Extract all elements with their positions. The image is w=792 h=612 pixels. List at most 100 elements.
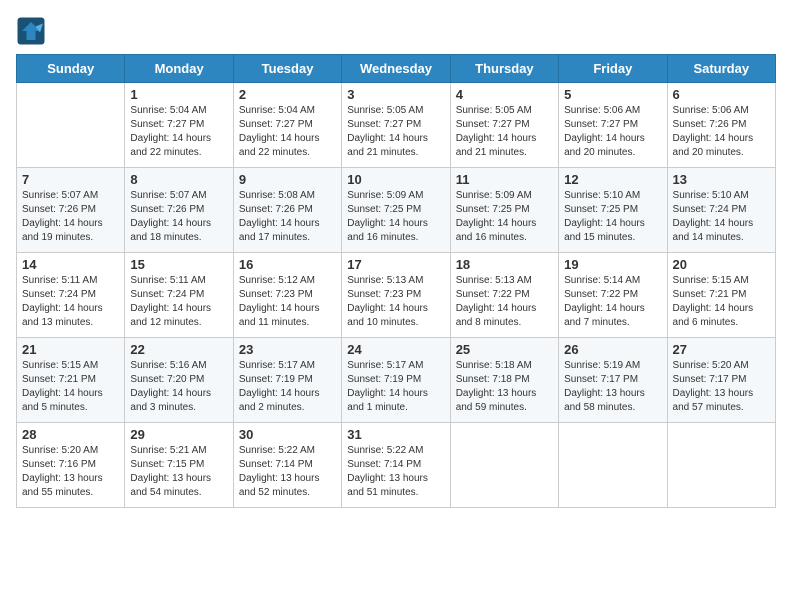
calendar-cell: 26 Sunrise: 5:19 AMSunset: 7:17 PMDayligh… xyxy=(559,338,667,423)
day-header-friday: Friday xyxy=(559,55,667,83)
logo-icon xyxy=(16,16,46,46)
day-info: Sunrise: 5:22 AMSunset: 7:14 PMDaylight:… xyxy=(347,444,444,500)
day-header-tuesday: Tuesday xyxy=(233,55,341,83)
day-number: 9 xyxy=(239,172,336,187)
calendar-cell: 25 Sunrise: 5:18 AMSunset: 7:18 PMDayligh… xyxy=(450,338,558,423)
day-number: 23 xyxy=(239,342,336,357)
calendar-cell xyxy=(450,423,558,508)
calendar-cell: 23Sunrise: 5:17 AMSunset: 7:19 PMDayligh… xyxy=(233,338,341,423)
calendar-cell: 22 Sunrise: 5:16 AMSunset: 7:20 PMDayligh… xyxy=(125,338,233,423)
day-number: 10 xyxy=(347,172,444,187)
calendar-cell xyxy=(17,83,125,168)
calendar-cell: 5 Sunrise: 5:06 AMSunset: 7:27 PMDaylight… xyxy=(559,83,667,168)
day-number: 11 xyxy=(456,172,553,187)
calendar-cell: 1 Sunrise: 5:04 AMSunset: 7:27 PMDaylight… xyxy=(125,83,233,168)
day-info: Sunrise: 5:09 AMSunset: 7:25 PMDaylight:… xyxy=(456,189,553,245)
calendar-cell: 17 Sunrise: 5:13 AMSunset: 7:23 PMDayligh… xyxy=(342,253,450,338)
calendar-cell: 29 Sunrise: 5:21 AMSunset: 7:15 PMDayligh… xyxy=(125,423,233,508)
header-row: SundayMondayTuesdayWednesdayThursdayFrid… xyxy=(17,55,776,83)
day-info: Sunrise: 5:11 AMSunset: 7:24 PMDaylight:… xyxy=(130,274,227,330)
day-number: 26 xyxy=(564,342,661,357)
calendar-week-3: 14 Sunrise: 5:11 AMSunset: 7:24 PMDayligh… xyxy=(17,253,776,338)
day-number: 1 xyxy=(130,87,227,102)
day-info: Sunrise: 5:08 AMSunset: 7:26 PMDaylight:… xyxy=(239,189,336,245)
day-info: Sunrise: 5:14 AMSunset: 7:22 PMDaylight:… xyxy=(564,274,661,330)
calendar-cell: 28Sunrise: 5:20 AMSunset: 7:16 PMDayligh… xyxy=(17,423,125,508)
day-info: Sunrise: 5:15 AMSunset: 7:21 PMDaylight:… xyxy=(673,274,770,330)
page-header xyxy=(16,16,776,46)
day-info: Sunrise: 5:06 AMSunset: 7:26 PMDaylight:… xyxy=(673,104,770,160)
day-info: Sunrise: 5:10 AMSunset: 7:24 PMDaylight:… xyxy=(673,189,770,245)
calendar-cell: 21 Sunrise: 5:15 AMSunset: 7:21 PMDayligh… xyxy=(17,338,125,423)
day-number: 21 xyxy=(22,342,119,357)
day-number: 24 xyxy=(347,342,444,357)
day-number: 31 xyxy=(347,427,444,442)
day-header-wednesday: Wednesday xyxy=(342,55,450,83)
logo xyxy=(16,16,50,46)
day-info: Sunrise: 5:13 AMSunset: 7:23 PMDaylight:… xyxy=(347,274,444,330)
day-info: Sunrise: 5:05 AMSunset: 7:27 PMDaylight:… xyxy=(347,104,444,160)
calendar-cell: 12Sunrise: 5:10 AMSunset: 7:25 PMDayligh… xyxy=(559,168,667,253)
calendar-cell: 9 Sunrise: 5:08 AMSunset: 7:26 PMDaylight… xyxy=(233,168,341,253)
calendar-cell: 13 Sunrise: 5:10 AMSunset: 7:24 PMDayligh… xyxy=(667,168,775,253)
day-info: Sunrise: 5:17 AMSunset: 7:19 PMDaylight:… xyxy=(347,359,444,415)
day-number: 25 xyxy=(456,342,553,357)
calendar-cell: 27 Sunrise: 5:20 AMSunset: 7:17 PMDayligh… xyxy=(667,338,775,423)
calendar-cell: 15 Sunrise: 5:11 AMSunset: 7:24 PMDayligh… xyxy=(125,253,233,338)
calendar-cell xyxy=(667,423,775,508)
day-number: 28 xyxy=(22,427,119,442)
day-info: Sunrise: 5:04 AMSunset: 7:27 PMDaylight:… xyxy=(130,104,227,160)
day-info: Sunrise: 5:18 AMSunset: 7:18 PMDaylight:… xyxy=(456,359,553,415)
day-number: 4 xyxy=(456,87,553,102)
day-info: Sunrise: 5:20 AMSunset: 7:17 PMDaylight:… xyxy=(673,359,770,415)
calendar-cell: 2 Sunrise: 5:04 AMSunset: 7:27 PMDaylight… xyxy=(233,83,341,168)
calendar-cell: 16Sunrise: 5:12 AMSunset: 7:23 PMDayligh… xyxy=(233,253,341,338)
calendar-cell: 18 Sunrise: 5:13 AMSunset: 7:22 PMDayligh… xyxy=(450,253,558,338)
calendar-cell: 6 Sunrise: 5:06 AMSunset: 7:26 PMDaylight… xyxy=(667,83,775,168)
calendar-cell: 24 Sunrise: 5:17 AMSunset: 7:19 PMDayligh… xyxy=(342,338,450,423)
calendar-cell: 10 Sunrise: 5:09 AMSunset: 7:25 PMDayligh… xyxy=(342,168,450,253)
calendar-week-2: 7Sunrise: 5:07 AMSunset: 7:26 PMDaylight… xyxy=(17,168,776,253)
calendar-cell: 31 Sunrise: 5:22 AMSunset: 7:14 PMDayligh… xyxy=(342,423,450,508)
day-number: 18 xyxy=(456,257,553,272)
day-number: 29 xyxy=(130,427,227,442)
day-info: Sunrise: 5:04 AMSunset: 7:27 PMDaylight:… xyxy=(239,104,336,160)
day-number: 15 xyxy=(130,257,227,272)
calendar-cell: 7Sunrise: 5:07 AMSunset: 7:26 PMDaylight… xyxy=(17,168,125,253)
day-info: Sunrise: 5:07 AMSunset: 7:26 PMDaylight:… xyxy=(130,189,227,245)
calendar-cell: 11 Sunrise: 5:09 AMSunset: 7:25 PMDayligh… xyxy=(450,168,558,253)
day-header-saturday: Saturday xyxy=(667,55,775,83)
day-info: Sunrise: 5:19 AMSunset: 7:17 PMDaylight:… xyxy=(564,359,661,415)
day-number: 22 xyxy=(130,342,227,357)
day-number: 5 xyxy=(564,87,661,102)
day-number: 30 xyxy=(239,427,336,442)
day-info: Sunrise: 5:22 AMSunset: 7:14 PMDaylight:… xyxy=(239,444,336,500)
day-header-thursday: Thursday xyxy=(450,55,558,83)
day-number: 17 xyxy=(347,257,444,272)
day-info: Sunrise: 5:09 AMSunset: 7:25 PMDaylight:… xyxy=(347,189,444,245)
day-number: 6 xyxy=(673,87,770,102)
day-number: 20 xyxy=(673,257,770,272)
day-info: Sunrise: 5:06 AMSunset: 7:27 PMDaylight:… xyxy=(564,104,661,160)
day-number: 27 xyxy=(673,342,770,357)
day-number: 19 xyxy=(564,257,661,272)
day-info: Sunrise: 5:10 AMSunset: 7:25 PMDaylight:… xyxy=(564,189,661,245)
day-number: 13 xyxy=(673,172,770,187)
calendar-cell: 19 Sunrise: 5:14 AMSunset: 7:22 PMDayligh… xyxy=(559,253,667,338)
day-number: 3 xyxy=(347,87,444,102)
day-info: Sunrise: 5:07 AMSunset: 7:26 PMDaylight:… xyxy=(22,189,119,245)
day-info: Sunrise: 5:12 AMSunset: 7:23 PMDaylight:… xyxy=(239,274,336,330)
day-number: 14 xyxy=(22,257,119,272)
day-info: Sunrise: 5:11 AMSunset: 7:24 PMDaylight:… xyxy=(22,274,119,330)
day-info: Sunrise: 5:16 AMSunset: 7:20 PMDaylight:… xyxy=(130,359,227,415)
day-info: Sunrise: 5:21 AMSunset: 7:15 PMDaylight:… xyxy=(130,444,227,500)
calendar-cell xyxy=(559,423,667,508)
day-info: Sunrise: 5:13 AMSunset: 7:22 PMDaylight:… xyxy=(456,274,553,330)
calendar-cell: 4 Sunrise: 5:05 AMSunset: 7:27 PMDaylight… xyxy=(450,83,558,168)
day-header-monday: Monday xyxy=(125,55,233,83)
day-info: Sunrise: 5:05 AMSunset: 7:27 PMDaylight:… xyxy=(456,104,553,160)
day-number: 2 xyxy=(239,87,336,102)
day-info: Sunrise: 5:15 AMSunset: 7:21 PMDaylight:… xyxy=(22,359,119,415)
calendar-week-5: 28Sunrise: 5:20 AMSunset: 7:16 PMDayligh… xyxy=(17,423,776,508)
day-number: 8 xyxy=(130,172,227,187)
